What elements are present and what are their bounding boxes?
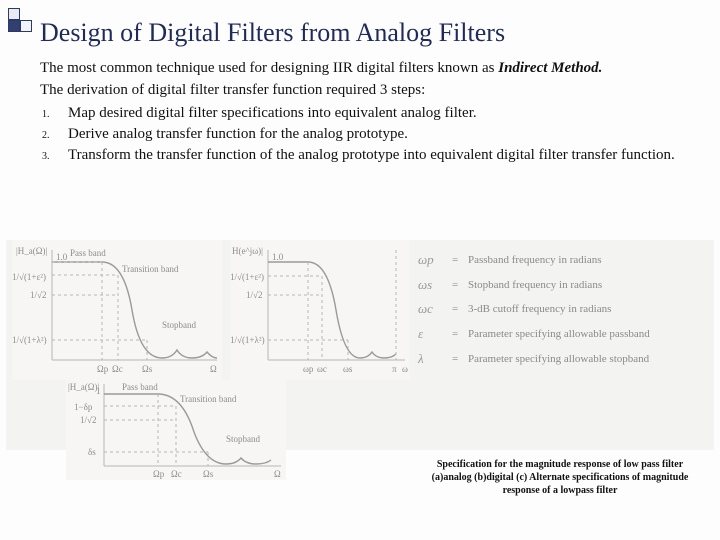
page-title: Design of Digital Filters from Analog Fi…	[40, 18, 505, 48]
svg-text:1/√(1+λ²): 1/√(1+λ²)	[12, 335, 47, 345]
step-2-text: Derive analog transfer function for the …	[68, 124, 690, 144]
svg-text:1/√(1+ε²): 1/√(1+ε²)	[230, 272, 264, 282]
svg-text:ωp: ωp	[303, 364, 314, 374]
parameter-definitions: ωp=Passband frequency in radians ωs=Stop…	[418, 248, 708, 371]
svg-text:Ω: Ω	[210, 364, 217, 374]
svg-text:Ωp: Ωp	[153, 469, 165, 479]
intro-line-1a: The most common technique used for desig…	[40, 60, 498, 76]
svg-text:H(e^jω)|: H(e^jω)|	[232, 246, 263, 256]
step-1-text: Map desired digital filter specification…	[68, 103, 690, 123]
def-wc-text: 3-dB cutoff frequency in radians	[468, 299, 611, 320]
svg-text:Ωc: Ωc	[112, 364, 123, 374]
svg-text:Ωp: Ωp	[97, 364, 109, 374]
plot-c-alternate: |H_a(Ω)| 1 1−δp 1/√2 δs Pass band Transi…	[66, 380, 286, 480]
svg-text:Stopband: Stopband	[162, 320, 197, 330]
svg-text:δs: δs	[88, 447, 96, 457]
svg-text:|H_a(Ω)|: |H_a(Ω)|	[16, 246, 47, 256]
svg-text:Pass band: Pass band	[122, 382, 158, 392]
svg-text:Transition band: Transition band	[122, 264, 179, 274]
svg-text:|H_a(Ω)|: |H_a(Ω)|	[68, 382, 99, 392]
svg-text:ωc: ωc	[317, 364, 327, 374]
plot-b-digital: H(e^jω)| 1.0 1/√(1+ε²) 1/√2 1/√(1+λ²) ωp…	[230, 240, 410, 380]
def-eps-sym: ε	[418, 322, 452, 347]
intro-emph: Indirect Method.	[498, 60, 602, 76]
svg-text:Transition band: Transition band	[180, 394, 237, 404]
def-lambda-sym: λ	[418, 347, 452, 372]
svg-text:1/√(1+ε²): 1/√(1+ε²)	[12, 272, 46, 282]
plot-a-analog: |H_a(Ω)| 1.0 Pass band Transition band S…	[12, 240, 222, 380]
svg-text:1/√2: 1/√2	[246, 290, 262, 300]
svg-text:1: 1	[96, 386, 101, 396]
svg-text:ωs: ωs	[343, 364, 353, 374]
svg-text:Ωc: Ωc	[171, 469, 182, 479]
body-text: The most common technique used for desig…	[40, 58, 690, 166]
def-ws-sym: ωs	[418, 273, 452, 298]
def-lambda-text: Parameter specifying allowable stopband	[468, 349, 649, 370]
def-ws-text: Stopband frequency in radians	[468, 275, 602, 296]
intro-line-2: The derivation of digital filter transfe…	[40, 80, 690, 100]
svg-text:Ωs: Ωs	[203, 469, 214, 479]
def-wp-text: Passband frequency in radians	[468, 250, 602, 271]
svg-text:1/√(1+λ²): 1/√(1+λ²)	[230, 335, 265, 345]
svg-text:1−δp: 1−δp	[74, 402, 93, 412]
svg-text:Stopband: Stopband	[226, 434, 261, 444]
svg-text:1/√2: 1/√2	[30, 290, 46, 300]
svg-text:ω: ω	[402, 364, 408, 374]
step-1: 1. Map desired digital filter specificat…	[40, 103, 690, 123]
def-eps-text: Parameter specifying allowable passband	[468, 324, 650, 345]
step-2-num: 2.	[40, 124, 68, 143]
figure-zone: |H_a(Ω)| 1.0 Pass band Transition band S…	[6, 240, 714, 450]
svg-text:π: π	[392, 364, 397, 374]
step-3-num: 3.	[40, 145, 68, 164]
svg-text:Pass band: Pass band	[70, 248, 106, 258]
svg-text:1.0: 1.0	[56, 252, 68, 262]
step-3-text: Transform the transfer function of the a…	[68, 145, 690, 165]
def-wp-sym: ωp	[418, 248, 452, 273]
svg-text:1.0: 1.0	[272, 252, 284, 262]
step-3: 3. Transform the transfer function of th…	[40, 145, 690, 165]
def-wc-sym: ωc	[418, 297, 452, 322]
svg-text:Ω: Ω	[274, 469, 281, 479]
figure-caption: Specification for the magnitude response…	[420, 458, 700, 497]
step-2: 2. Derive analog transfer function for t…	[40, 124, 690, 144]
svg-text:1/√2: 1/√2	[80, 415, 96, 425]
step-1-num: 1.	[40, 103, 68, 122]
svg-text:Ωs: Ωs	[142, 364, 153, 374]
